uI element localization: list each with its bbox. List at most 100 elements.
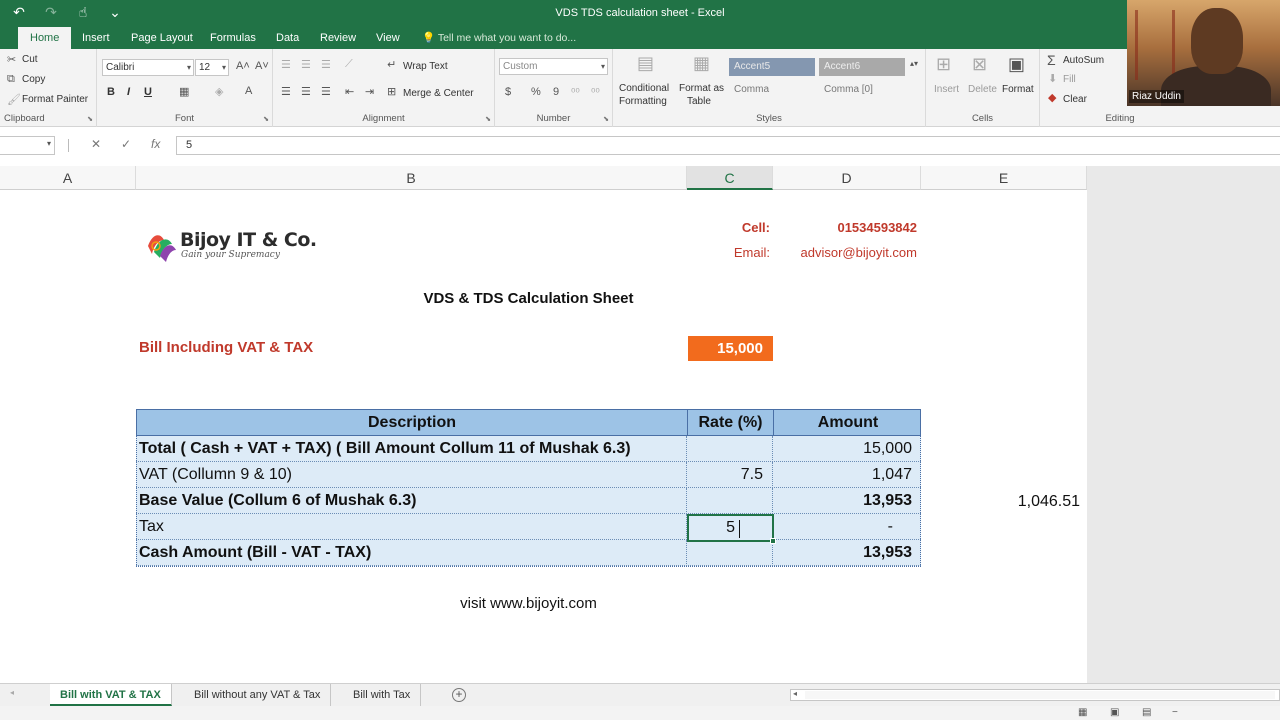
formula-input[interactable]: 5	[176, 136, 1280, 155]
tell-me-box[interactable]: 💡 Tell me what you want to do...	[422, 27, 576, 49]
comma-style-button[interactable]: 9	[553, 86, 559, 98]
row-amount[interactable]: -	[773, 514, 921, 540]
number-format-combo[interactable]: Custom ▾	[499, 58, 608, 75]
align-center-icon[interactable]: ☰	[301, 85, 311, 98]
increase-decimal-icon[interactable]: ⁰⁰	[571, 86, 580, 99]
dialog-launcher-icon[interactable]: ⬊	[263, 115, 269, 123]
copy-button[interactable]: Copy	[22, 74, 45, 85]
font-size-combo[interactable]: 12 ▾	[195, 59, 229, 76]
sheet-tab-bill-with-vat-tax[interactable]: Bill with VAT & TAX	[50, 684, 172, 706]
active-cell-c-tax-rate[interactable]: 5	[687, 514, 776, 544]
insert-function-icon[interactable]: fx	[151, 137, 160, 151]
format-as-table-button[interactable]: Format as	[679, 83, 724, 94]
italic-button[interactable]: I	[127, 86, 130, 98]
orientation-icon[interactable]: ⟋	[345, 58, 353, 71]
font-color-icon[interactable]: A	[245, 85, 252, 97]
bold-button[interactable]: B	[107, 86, 115, 98]
sheet-tab-bill-without-vat-tax[interactable]: Bill without any VAT & Tax	[184, 684, 332, 706]
style-accent6[interactable]: Accent6	[819, 58, 905, 76]
row-rate[interactable]	[687, 540, 773, 566]
presenter-face	[1191, 8, 1243, 74]
delete-button[interactable]: Delete	[968, 84, 997, 95]
status-bar: ▦ ▣ ▤ −	[0, 706, 1280, 720]
cancel-entry-icon[interactable]: ✕	[91, 137, 101, 151]
decrease-decimal-icon[interactable]: ⁰⁰	[591, 86, 600, 99]
format-button[interactable]: Format	[1002, 84, 1034, 95]
column-header-b[interactable]: B	[136, 166, 687, 190]
row-rate[interactable]	[687, 488, 773, 514]
row-amount[interactable]: 1,047	[773, 462, 921, 488]
horizontal-scrollbar[interactable]: ◂	[790, 689, 1280, 701]
shrink-font-icon[interactable]: A˅	[255, 60, 269, 72]
clear-button[interactable]: Clear	[1063, 94, 1087, 105]
column-header-e[interactable]: E	[921, 166, 1087, 190]
row-description[interactable]: Total ( Cash + VAT + TAX) ( Bill Amount …	[136, 436, 687, 462]
format-painter-button[interactable]: Format Painter	[22, 94, 88, 105]
row-amount[interactable]: 13,953	[773, 540, 921, 566]
increase-indent-icon[interactable]: ⇥	[365, 85, 374, 98]
row-amount[interactable]: 13,953	[773, 488, 921, 514]
align-top-icon[interactable]: ☰	[281, 58, 291, 71]
scroll-left-icon[interactable]: ◂	[793, 689, 797, 698]
align-middle-icon[interactable]: ☰	[301, 58, 311, 71]
side-calculation-value[interactable]: 1,046.51	[990, 493, 1080, 511]
scroll-tabs-left-icon[interactable]: ◂	[10, 688, 14, 697]
style-comma0[interactable]: Comma [0]	[819, 81, 905, 99]
column-header-d[interactable]: D	[773, 166, 921, 190]
row-rate[interactable]: 7.5	[687, 462, 773, 488]
tab-insert[interactable]: Insert	[80, 27, 112, 49]
decrease-indent-icon[interactable]: ⇤	[345, 85, 354, 98]
bill-amount-cell[interactable]: 15,000	[688, 336, 773, 361]
format-as-table-label-2: Table	[687, 96, 711, 107]
wrap-text-button[interactable]: Wrap Text	[403, 61, 448, 72]
dialog-launcher-icon[interactable]: ⬊	[87, 115, 93, 123]
page-layout-view-icon[interactable]: ▣	[1110, 707, 1119, 718]
page-break-view-icon[interactable]: ▤	[1142, 707, 1151, 718]
column-header-c[interactable]: C	[687, 166, 773, 190]
tab-review[interactable]: Review	[318, 27, 358, 49]
confirm-entry-icon[interactable]: ✓	[121, 137, 131, 151]
underline-button[interactable]: U	[144, 86, 152, 98]
row-description[interactable]: Cash Amount (Bill - VAT - TAX)	[136, 540, 687, 566]
add-sheet-icon[interactable]: +	[452, 688, 466, 702]
sheet-tab-bill-with-tax[interactable]: Bill with Tax	[343, 684, 422, 706]
tab-home[interactable]: Home	[18, 27, 72, 49]
styles-scroll-icon[interactable]: ▴▾	[910, 59, 918, 68]
tab-page-layout[interactable]: Page Layout	[129, 27, 195, 49]
currency-button[interactable]: $	[505, 86, 511, 98]
dialog-launcher-icon[interactable]: ⬊	[485, 115, 491, 123]
column-header-a[interactable]: A	[0, 166, 136, 190]
font-name-combo[interactable]: Calibri ▾	[102, 59, 194, 76]
cut-button[interactable]: Cut	[22, 54, 38, 65]
merge-center-button[interactable]: Merge & Center	[403, 88, 474, 99]
row-description[interactable]: VAT (Collumn 9 & 10)	[136, 462, 687, 488]
style-accent5[interactable]: Accent5	[729, 58, 815, 76]
borders-icon[interactable]: ▦	[179, 85, 189, 98]
style-comma[interactable]: Comma	[729, 81, 815, 99]
row-rate[interactable]	[687, 436, 773, 462]
align-bottom-icon[interactable]: ☰	[321, 58, 331, 71]
fill-handle[interactable]	[770, 538, 776, 544]
zoom-out-icon[interactable]: −	[1172, 707, 1178, 718]
normal-view-icon[interactable]: ▦	[1078, 707, 1087, 718]
name-box[interactable]: ▾	[0, 136, 55, 155]
grow-font-icon[interactable]: A˄	[236, 60, 250, 72]
conditional-formatting-button[interactable]: Conditional	[619, 83, 669, 94]
wrap-text-icon: ↵	[387, 59, 397, 71]
percent-button[interactable]: %	[531, 86, 541, 98]
cell-label: Cell:	[741, 220, 770, 235]
row-description[interactable]: Tax	[136, 514, 687, 540]
autosum-button[interactable]: AutoSum	[1063, 55, 1104, 66]
tab-view[interactable]: View	[374, 27, 402, 49]
fill-color-icon[interactable]: ◈	[215, 85, 223, 98]
row-amount[interactable]: 15,000	[773, 436, 921, 462]
tab-formulas[interactable]: Formulas	[208, 27, 258, 49]
fill-button[interactable]: Fill	[1063, 74, 1076, 85]
row-description[interactable]: Base Value (Collum 6 of Mushak 6.3)	[136, 488, 687, 514]
align-right-icon[interactable]: ☰	[321, 85, 331, 98]
align-left-icon[interactable]: ☰	[281, 85, 291, 98]
insert-button[interactable]: Insert	[934, 84, 959, 95]
scrollbar-thumb[interactable]	[805, 691, 1275, 699]
dialog-launcher-icon[interactable]: ⬊	[603, 115, 609, 123]
tab-data[interactable]: Data	[274, 27, 301, 49]
